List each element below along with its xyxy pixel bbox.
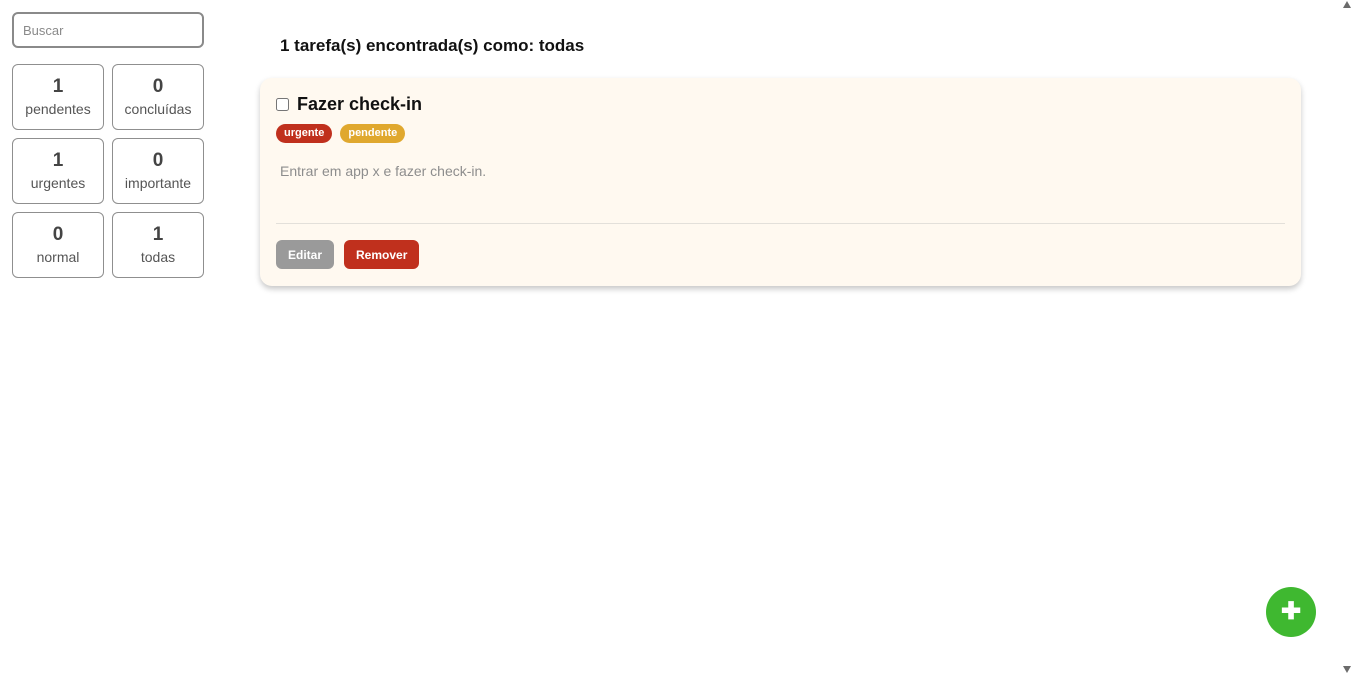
stat-label: urgentes	[30, 175, 86, 191]
tag-pendente: pendente	[340, 124, 406, 143]
add-task-button[interactable]: ✚	[1266, 587, 1316, 637]
stat-count: 1	[52, 150, 64, 171]
stat-urgentes[interactable]: 1 urgentes	[12, 138, 104, 204]
scroll-up-arrow-icon[interactable]	[1343, 1, 1351, 8]
stat-label: concluídas	[124, 101, 192, 117]
stat-todas[interactable]: 1 todas	[112, 212, 204, 278]
stat-count: 0	[52, 224, 64, 245]
results-heading: 1 tarefa(s) encontrada(s) como: todas	[280, 36, 585, 55]
sidebar: 1 pendentes 0 concluídas 1 urgentes 0 im…	[12, 12, 204, 278]
task-tags: urgente pendente	[276, 124, 1285, 143]
app-root: 1 pendentes 0 concluídas 1 urgentes 0 im…	[0, 0, 1354, 675]
stat-count: 0	[152, 76, 164, 97]
scrollbar[interactable]	[1340, 0, 1354, 675]
stat-label: todas	[140, 249, 176, 265]
task-title-row: Fazer check-in	[276, 94, 1285, 114]
search-input[interactable]	[12, 12, 204, 48]
stat-label: pendentes	[25, 101, 91, 117]
stat-count: 0	[152, 150, 164, 171]
stat-pendentes[interactable]: 1 pendentes	[12, 64, 104, 130]
stat-count: 1	[152, 224, 164, 245]
card-divider	[276, 223, 1285, 224]
stat-label: importante	[124, 175, 192, 191]
stat-importante[interactable]: 0 importante	[112, 138, 204, 204]
stat-label: normal	[36, 249, 80, 265]
task-complete-checkbox[interactable]	[276, 97, 289, 111]
task-description: Entrar em app x e fazer check-in.	[280, 163, 487, 179]
plus-icon: ✚	[1280, 598, 1302, 625]
stats-grid: 1 pendentes 0 concluídas 1 urgentes 0 im…	[12, 64, 204, 278]
tag-urgente: urgente	[276, 124, 333, 143]
stat-normal[interactable]: 0 normal	[12, 212, 104, 278]
stat-count: 1	[52, 76, 64, 97]
task-actions: Editar Remover	[276, 240, 420, 269]
task-title: Fazer check-in	[297, 93, 423, 114]
remove-button[interactable]: Remover	[344, 240, 420, 269]
edit-button[interactable]: Editar	[276, 240, 335, 269]
stat-concluidas[interactable]: 0 concluídas	[112, 64, 204, 130]
task-card: Fazer check-in urgente pendente Entrar e…	[260, 78, 1301, 286]
scroll-down-arrow-icon[interactable]	[1343, 666, 1351, 673]
